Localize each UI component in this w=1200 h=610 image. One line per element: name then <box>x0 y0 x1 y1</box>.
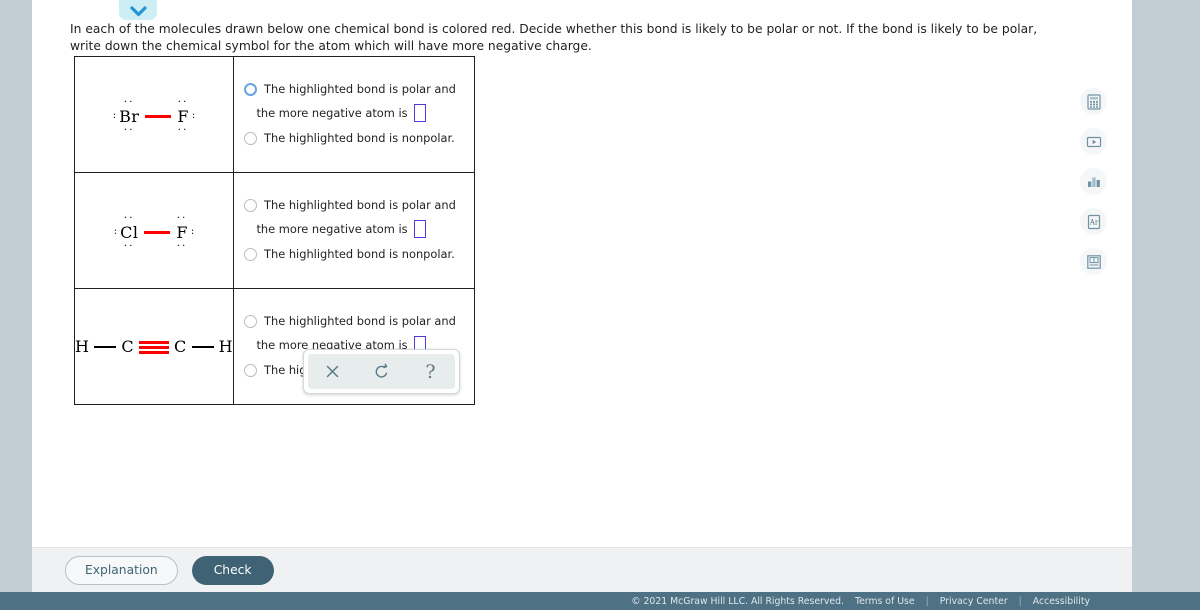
answer-prompt-label: the more negative atom is <box>256 222 408 236</box>
atom-group-left: ·· Br ·· <box>118 97 140 136</box>
lewis-structure-acetylene: H C C H <box>75 339 233 355</box>
undo-icon <box>375 363 388 378</box>
radio-nonpolar-3[interactable] <box>244 364 258 377</box>
lone-pair-top: ·· <box>176 212 188 224</box>
highlighted-bond <box>145 115 172 119</box>
option-nonpolar-label: The highlighted bond is nonpolar. <box>264 247 455 261</box>
action-bar: Explanation Check <box>32 547 1132 592</box>
video-player-icon <box>1086 136 1101 147</box>
lone-pair-right: : <box>190 225 195 237</box>
lone-pair-bottom: ·· <box>177 125 189 137</box>
molecule-cell-2: : ·· Cl ·· ·· F ·· : <box>73 172 235 289</box>
bond-c-h-right <box>191 346 214 348</box>
radio-nonpolar-2[interactable] <box>244 248 258 261</box>
terms-of-use-link[interactable]: Terms of Use <box>855 596 915 607</box>
help-button[interactable]: ? <box>414 357 448 387</box>
periodic-element-icon: Ar <box>1087 214 1100 229</box>
lone-pair-top: ·· <box>123 212 135 224</box>
periodic-element-button[interactable]: Ar <box>1080 208 1107 235</box>
atom-label-right: F <box>177 106 189 126</box>
option-polar-1[interactable]: The highlighted bond is polar and <box>244 82 474 96</box>
tool-rail: Ar <box>1080 88 1107 275</box>
calculator-button[interactable] <box>1080 88 1107 115</box>
reference-book-icon <box>1086 254 1101 269</box>
lewis-structure-brf: : ·· Br ·· ·· F ·· : <box>111 97 197 136</box>
highlighted-bond <box>144 231 171 235</box>
answer-input-2[interactable] <box>413 220 426 238</box>
chevron-down-icon <box>129 6 147 17</box>
radio-nonpolar-1[interactable] <box>244 132 258 145</box>
clear-button[interactable] <box>316 357 350 387</box>
atom-label-c-right: C <box>174 337 187 356</box>
lewis-structure-clf: : ·· Cl ·· ·· F ·· : <box>112 213 196 252</box>
atom-label-c-left: C <box>121 337 135 356</box>
option-polar-label: The highlighted bond is polar and <box>264 81 456 96</box>
radio-polar-2[interactable] <box>244 198 258 212</box>
lone-pair-bottom: ·· <box>123 125 135 137</box>
answer-toolbar: ? <box>303 349 460 394</box>
option-nonpolar-2[interactable]: The highlighted bond is nonpolar. <box>244 247 474 261</box>
answer-input-row-2: the more negative atom is <box>244 220 474 238</box>
atom-group-left: ·· Cl ·· <box>119 213 139 252</box>
molecule-cell-1: : ·· Br ·· ·· F ·· : <box>73 56 235 173</box>
table-row: : ·· Cl ·· ·· F ·· : The highlighted bon… <box>73 172 476 289</box>
highlighted-bond <box>139 340 170 354</box>
lone-pair-left: : <box>113 225 118 237</box>
exercise-page: In each of the molecules drawn below one… <box>32 0 1132 592</box>
atom-group-right: ·· F ·· <box>176 97 190 136</box>
answer-input-1[interactable] <box>413 104 426 122</box>
atom-label-left: Br <box>119 106 140 126</box>
radio-polar-1[interactable] <box>244 82 258 96</box>
accessibility-link[interactable]: Accessibility <box>1033 596 1090 607</box>
check-button[interactable]: Check <box>191 555 274 585</box>
lone-pair-bottom: ·· <box>176 241 188 253</box>
reference-book-button[interactable] <box>1080 248 1107 275</box>
atom-label-h-right: H <box>218 337 234 356</box>
privacy-center-link[interactable]: Privacy Center <box>940 596 1008 607</box>
bar-chart-icon <box>1087 177 1100 187</box>
options-cell-2: The highlighted bond is polar and the mo… <box>233 172 476 289</box>
atom-label-h-left: H <box>75 337 90 356</box>
calculator-icon <box>1086 93 1101 110</box>
molecule-cell-3: H C C H <box>73 288 235 405</box>
lone-pair-left: : <box>112 109 117 121</box>
copyright-text: © 2021 McGraw Hill LLC. All Rights Reser… <box>631 595 844 607</box>
footer-separator: | <box>1018 595 1022 607</box>
lone-pair-top: ·· <box>123 96 135 108</box>
option-polar-label: The highlighted bond is polar and <box>264 313 456 328</box>
radio-polar-3[interactable] <box>244 314 258 328</box>
options-cell-1: The highlighted bond is polar and the mo… <box>233 56 476 173</box>
option-polar-label: The highlighted bond is polar and <box>264 197 456 212</box>
question-mark-icon: ? <box>425 360 436 383</box>
atom-label-right: F <box>176 222 188 242</box>
option-nonpolar-label: The highlighted bond is nonpolar. <box>264 131 455 145</box>
answer-toolbar-inner: ? <box>308 354 455 389</box>
collapse-panel-tab[interactable] <box>119 0 157 20</box>
table-row: : ·· Br ·· ·· F ·· : The highlighted bon… <box>73 56 476 173</box>
lone-pair-top: ·· <box>177 96 189 108</box>
option-polar-3[interactable]: The highlighted bond is polar and <box>244 314 474 328</box>
atom-group-right: ·· F ·· <box>175 213 189 252</box>
explanation-button[interactable]: Explanation <box>65 555 178 585</box>
bar-chart-button[interactable] <box>1080 168 1107 195</box>
instruction-text: In each of the molecules drawn below one… <box>70 22 1038 54</box>
bond-h-c-left <box>94 346 117 348</box>
answer-prompt-label: the more negative atom is <box>256 106 408 120</box>
option-nonpolar-1[interactable]: The highlighted bond is nonpolar. <box>244 131 474 145</box>
footer-separator: | <box>925 595 929 607</box>
answer-input-row-1: the more negative atom is <box>244 104 474 122</box>
close-icon <box>326 365 339 378</box>
option-polar-2[interactable]: The highlighted bond is polar and <box>244 198 474 212</box>
lone-pair-right: : <box>191 109 196 121</box>
footer: © 2021 McGraw Hill LLC. All Rights Reser… <box>0 592 1200 610</box>
atom-label-left: Cl <box>120 222 139 242</box>
svg-text:Ar: Ar <box>1088 218 1098 226</box>
video-player-button[interactable] <box>1080 128 1107 155</box>
undo-button[interactable] <box>365 357 399 387</box>
lone-pair-bottom: ·· <box>123 241 135 253</box>
